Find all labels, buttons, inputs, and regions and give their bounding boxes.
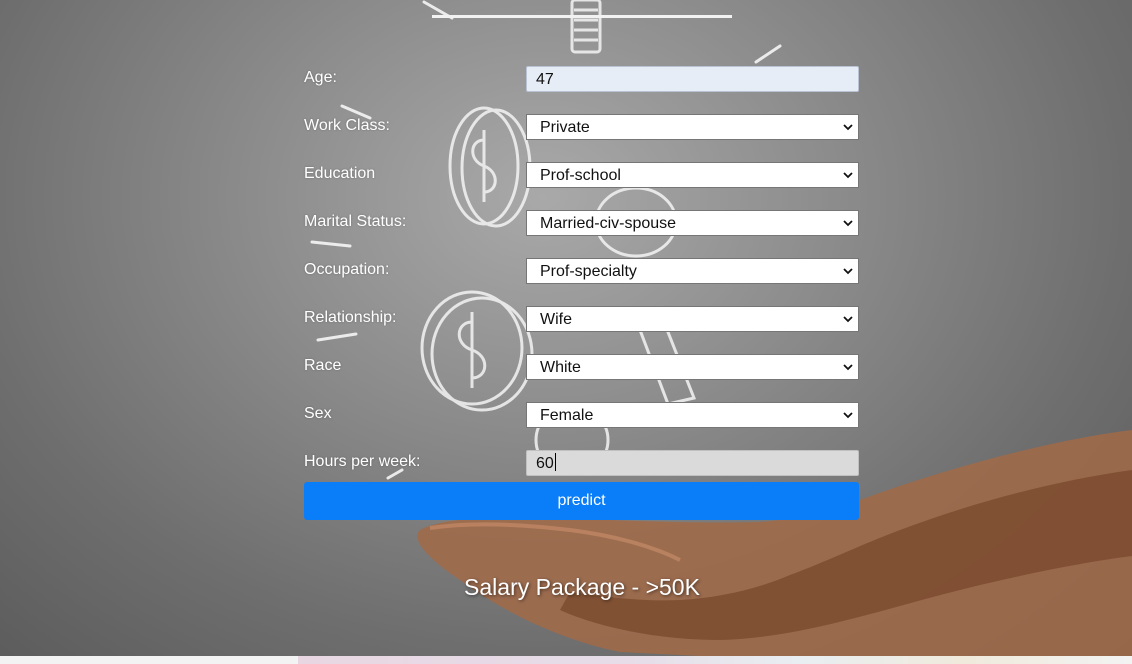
- predict-button[interactable]: predict: [304, 482, 859, 520]
- chevron-down-icon: [843, 268, 853, 275]
- form-row-relationship: Relationship: Wife: [304, 305, 859, 333]
- chevron-down-icon: [843, 220, 853, 227]
- age-label: Age:: [304, 69, 337, 86]
- relationship-value: Wife: [540, 311, 572, 328]
- age-input[interactable]: 47: [526, 66, 859, 92]
- marital-status-value: Married-civ-spouse: [540, 215, 677, 232]
- race-label: Race: [304, 357, 342, 374]
- form-row-workclass: Work Class: Private: [304, 113, 859, 141]
- prediction-result: Salary Package - >50K: [464, 574, 700, 600]
- chevron-down-icon: [843, 364, 853, 371]
- education-select[interactable]: Prof-school: [526, 162, 859, 188]
- marital-status-label: Marital Status:: [304, 213, 407, 230]
- race-select[interactable]: White: [526, 354, 859, 380]
- form-row-marital-status: Marital Status: Married-civ-spouse: [304, 209, 859, 237]
- bottom-taskbar-strip: [0, 656, 1132, 664]
- sex-label: Sex: [304, 405, 332, 422]
- education-label: Education: [304, 165, 376, 182]
- occupation-value: Prof-specialty: [540, 263, 637, 280]
- workclass-label: Work Class:: [304, 117, 390, 134]
- hours-input[interactable]: 60: [526, 450, 859, 476]
- chevron-down-icon: [843, 124, 853, 131]
- form-row-race: Race White: [304, 353, 859, 381]
- form-row-hours: Hours per week: 60: [304, 449, 859, 477]
- relationship-select[interactable]: Wife: [526, 306, 859, 332]
- hours-label: Hours per week:: [304, 453, 421, 470]
- hours-value: 60: [536, 455, 554, 472]
- sex-value: Female: [540, 407, 594, 424]
- workclass-value: Private: [540, 119, 590, 136]
- workclass-select[interactable]: Private: [526, 114, 859, 140]
- marital-status-select[interactable]: Married-civ-spouse: [526, 210, 859, 236]
- relationship-label: Relationship:: [304, 309, 397, 326]
- occupation-label: Occupation:: [304, 261, 390, 278]
- occupation-select[interactable]: Prof-specialty: [526, 258, 859, 284]
- chevron-down-icon: [843, 412, 853, 419]
- form-row-occupation: Occupation: Prof-specialty: [304, 257, 859, 285]
- age-value: 47: [536, 71, 554, 88]
- text-caret: [554, 453, 556, 471]
- taskbar-thumbnails: [298, 656, 1132, 664]
- form-row-age: Age: 47: [304, 65, 859, 93]
- form-row-sex: Sex Female: [304, 401, 859, 429]
- top-divider: [432, 15, 732, 18]
- chevron-down-icon: [843, 316, 853, 323]
- education-value: Prof-school: [540, 167, 621, 184]
- race-value: White: [540, 359, 581, 376]
- form-row-education: Education Prof-school: [304, 161, 859, 189]
- sex-select[interactable]: Female: [526, 402, 859, 428]
- chevron-down-icon: [843, 172, 853, 179]
